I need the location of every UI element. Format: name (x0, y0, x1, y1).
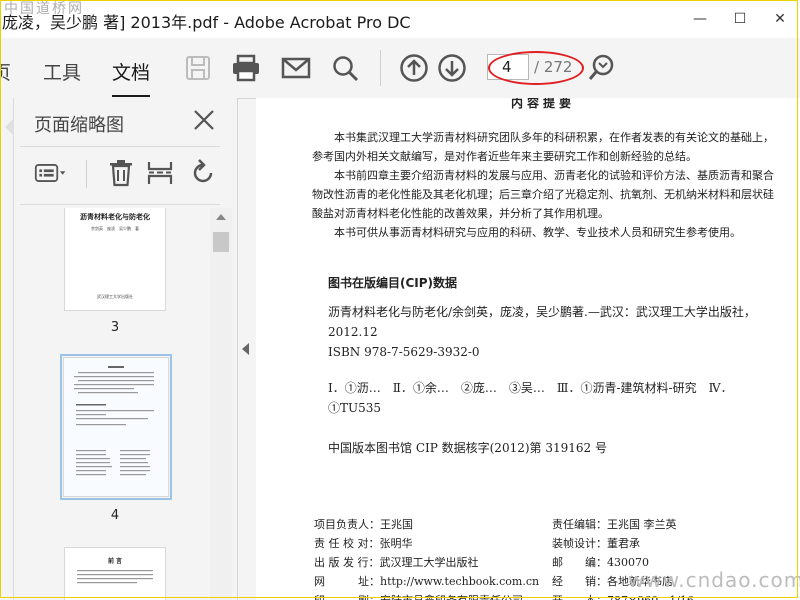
toolbar-divider (380, 50, 381, 86)
tab-tools[interactable]: 工具 (43, 58, 81, 85)
extract-pages-icon[interactable] (143, 156, 177, 190)
title-bar: 中国道桥网 庞凌，吴少鹏 著] 2013年.pdf - Adobe Acroba… (0, 0, 800, 38)
page-down-icon[interactable] (436, 52, 468, 84)
email-icon[interactable] (280, 52, 312, 84)
meta-line: 责 任 校 对：张明华 (314, 537, 413, 550)
scroll-up-icon[interactable] (216, 214, 226, 220)
maximize-button[interactable]: ☐ (720, 0, 760, 38)
meta-line: 开 本：787×960 1/16 (552, 591, 694, 600)
cip-line: ISBN 978-7-5629-3932-0 (328, 345, 480, 359)
summary-paragraph: 本书前四章主要介绍沥青材料的发展与应用、沥青老化的试验和评价方法、基质沥青和聚合… (312, 169, 774, 220)
meta-line: 责任编辑：王兆国 李兰英 (552, 518, 677, 531)
collapse-panel-icon[interactable] (242, 343, 249, 355)
page-thumbnail-4[interactable] (60, 354, 172, 500)
tab-home[interactable]: 页 (0, 58, 11, 85)
thumbnail-label: 3 (110, 320, 120, 335)
cip-line: 中国版本图书馆 CIP 数据核字(2012)第 319162 号 (328, 441, 607, 455)
rotate-icon[interactable] (186, 156, 220, 190)
summary-paragraph: 本书集武汉理工大学沥青材料研究团队多年的科研积累，在作者发表的有关论文的基础上，… (312, 131, 774, 163)
thumbnail-text-lines (74, 366, 154, 476)
search-icon[interactable] (329, 52, 361, 84)
footer-watermark: www.cndao.com (628, 568, 800, 592)
panel-title: 页面缩略图 (34, 115, 124, 136)
delete-icon[interactable] (104, 156, 138, 190)
page-thumbnail-5[interactable]: 前 言 (65, 548, 165, 600)
tab-document[interactable]: 文档 (112, 58, 151, 97)
cip-title: 图书在版编目(CIP)数据 (328, 276, 458, 290)
thumbnail-scrollbar[interactable] (210, 208, 232, 600)
minimize-button[interactable]: — (680, 0, 720, 38)
page-thumbnails-panel: 页面缩略图 沥青材料老化与防老化 余剑英 庞凌 吴少鹏 著 武汉理工大学出版社 … (0, 98, 238, 600)
document-page: 内容提要 本书集武汉理工大学沥青材料研究团队多年的科研积累，在作者发表的有关论文… (256, 98, 800, 600)
thumbnail-list: 沥青材料老化与防老化 余剑英 庞凌 吴少鹏 著 武汉理工大学出版社 3 4 前 … (20, 208, 210, 600)
options-menu-icon[interactable] (34, 156, 68, 190)
meta-line: 装帧设计：董君承 (552, 537, 640, 550)
highlight-ellipse (488, 51, 584, 85)
cip-line: Ⅰ．①沥… Ⅱ．①余… ②庞… ③吴… Ⅲ．①沥青-建筑材料-研究 Ⅳ．①TU5… (328, 381, 733, 415)
page-heading: 内容提要 (511, 98, 576, 110)
meta-line: 项目负责人：王兆国 (314, 518, 413, 531)
save-icon[interactable] (182, 52, 214, 84)
page-thumbnail-3[interactable]: 沥青材料老化与防老化 余剑英 庞凌 吴少鹏 著 武汉理工大学出版社 (65, 208, 165, 310)
scroll-thumb[interactable] (213, 232, 229, 252)
meta-line: 出 版 发 行：武汉理工大学出版社 (314, 556, 479, 569)
cip-line: 沥青材料老化与防老化/余剑英，庞凌，吴少鹏著.—武汉：武汉理工大学出版社，201… (328, 305, 756, 339)
meta-line: 网 址：http://www.techbook.com.cn (314, 575, 540, 588)
zoom-icon[interactable] (586, 52, 618, 84)
thumbnail-label: 4 (110, 508, 120, 523)
main-toolbar: 页 工具 文档 4 / 272 (0, 38, 800, 99)
summary-paragraph: 本书可供从事沥青材料研究与应用的科研、教学、专业技术人员和研究生参考使用。 (334, 226, 741, 239)
close-icon[interactable] (192, 108, 216, 132)
page-up-icon[interactable] (398, 52, 430, 84)
panel-pointer (5, 118, 14, 136)
close-window-button[interactable]: ✕ (760, 0, 800, 38)
meta-line: 印 刷：安陆市县鑫印务有限责任公司 (314, 591, 523, 600)
print-icon[interactable] (230, 52, 262, 84)
window-title: 庞凌，吴少鹏 著] 2013年.pdf - Adobe Acrobat Pro … (2, 13, 411, 32)
